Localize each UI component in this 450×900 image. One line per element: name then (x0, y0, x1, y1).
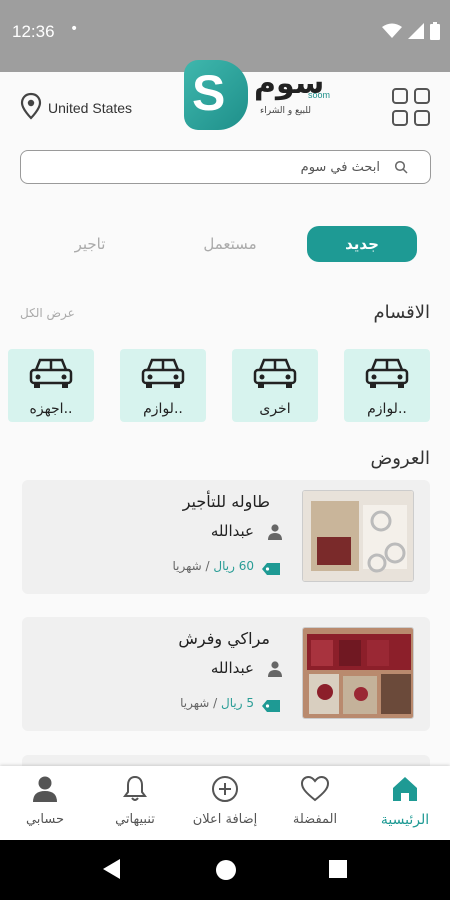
offer-card[interactable]: طاوله للتأجير عبدالله 60 ريال / شهريا (22, 480, 430, 594)
nav-add-ad[interactable]: إضافة اعلان (180, 766, 270, 840)
nav-label: المفضلة (292, 812, 338, 827)
price-separator: / (205, 559, 210, 573)
tab-new[interactable]: جديد (307, 226, 417, 262)
car-icon (140, 356, 186, 396)
price-amount: 60 ريال (213, 559, 254, 573)
nav-label: حسابي (25, 812, 65, 827)
nav-home[interactable]: الرئيسية (360, 766, 450, 840)
category-label: اخرى (259, 401, 291, 417)
tab-used[interactable]: مستعمل (180, 226, 280, 262)
location-pin-icon (20, 92, 42, 123)
nav-notifications[interactable]: تنبيهاتي (90, 766, 180, 840)
category-label: لوازم.. (143, 401, 183, 417)
price-tag-icon (262, 560, 280, 579)
category-card[interactable]: لوازم.. (120, 349, 206, 422)
offer-price: 60 ريال / شهريا (172, 559, 254, 573)
home-button-icon[interactable] (215, 859, 237, 885)
offer-owner: عبدالله (210, 659, 254, 677)
condition-tabs: جديد مستعمل تاجير (0, 226, 450, 262)
offer-owner: عبدالله (210, 522, 254, 540)
nav-label: تنبيهاتي (115, 812, 155, 827)
category-card[interactable]: لوازم.. (344, 349, 430, 422)
offers-title: العروض (370, 448, 430, 469)
heart-icon (300, 774, 330, 804)
recents-icon[interactable] (329, 860, 347, 882)
car-icon (28, 356, 74, 396)
offer-title: طاوله للتأجير (182, 492, 270, 511)
car-icon (364, 356, 410, 396)
status-dot: • (70, 21, 79, 37)
system-nav-bar (0, 840, 450, 900)
offer-price: 5 ريال / شهريا (180, 696, 254, 710)
price-tag-icon (262, 697, 280, 716)
search-input[interactable] (60, 155, 380, 179)
nav-label: الرئيسية (380, 812, 430, 828)
price-period: شهريا (180, 696, 210, 710)
logo-mark: S (184, 60, 248, 130)
home-icon (390, 774, 420, 804)
category-card[interactable]: اجهزه.. (8, 349, 94, 422)
price-separator: / (213, 696, 218, 710)
search-icon[interactable] (394, 159, 408, 178)
offer-image (302, 627, 414, 719)
category-label: لوازم.. (367, 401, 407, 417)
soom-logo: S سوم soom للبيع و الشراء (184, 60, 340, 132)
logo-slogan: للبيع و الشراء (260, 106, 311, 116)
logo-brand: soom (308, 90, 331, 100)
car-icon (252, 356, 298, 396)
location-selector[interactable]: United States (20, 92, 132, 123)
add-circle-icon (210, 774, 240, 804)
categories-title: الاقسام (373, 302, 430, 323)
see-all-link[interactable]: عرض الكل (20, 306, 75, 320)
nav-label: إضافة اعلان (192, 812, 258, 827)
user-icon (268, 524, 282, 544)
search-bar[interactable] (20, 150, 431, 184)
tab-rent[interactable]: تاجير (50, 226, 130, 262)
back-icon[interactable] (102, 858, 122, 884)
signal-icon (408, 23, 424, 43)
nav-favorites[interactable]: المفضلة (270, 766, 360, 840)
person-icon (30, 774, 60, 804)
grid-icon[interactable] (392, 88, 430, 126)
offer-card[interactable]: مراكي وفرش عبدالله 5 ريال / شهريا (22, 617, 430, 731)
offer-image (302, 490, 414, 582)
user-icon (268, 661, 282, 681)
status-time: 12:36 (12, 22, 55, 41)
bell-icon (120, 774, 150, 804)
category-label: اجهزه.. (29, 401, 73, 417)
wifi-icon (382, 23, 402, 43)
category-card[interactable]: اخرى (232, 349, 318, 422)
bottom-nav: الرئيسية المفضلة إضافة اعلان تنبيهاتي حس… (0, 766, 450, 840)
price-period: شهريا (172, 559, 202, 573)
nav-account[interactable]: حسابي (0, 766, 90, 840)
location-label: United States (48, 99, 133, 116)
price-amount: 5 ريال (221, 696, 254, 710)
offer-title: مراكي وفرش (178, 629, 270, 648)
app-header: United States S سوم soom للبيع و الشراء (0, 60, 450, 148)
battery-icon (430, 22, 440, 44)
